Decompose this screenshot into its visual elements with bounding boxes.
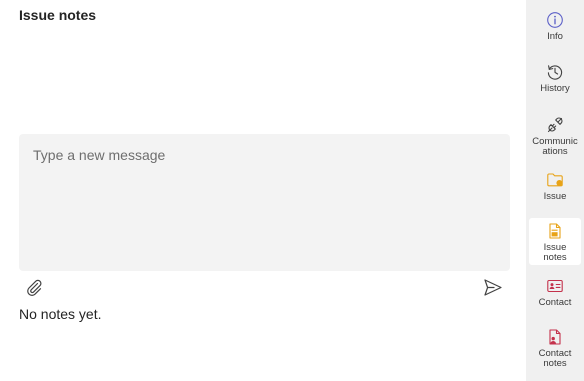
plug-icon: [547, 117, 563, 133]
issue-notes-panel: Issue notes No notes yet.: [0, 0, 526, 381]
contact-card-icon: [547, 279, 563, 293]
panel-title: Issue notes: [19, 7, 97, 23]
side-rail: Info History Communic ations Issue Issue…: [526, 0, 584, 381]
folder-icon: [547, 173, 563, 187]
history-icon: [547, 65, 563, 80]
info-icon: [547, 12, 563, 28]
message-input[interactable]: [19, 134, 510, 271]
rail-label: Issue: [543, 191, 567, 202]
rail-item-issue-notes[interactable]: Issue notes: [529, 218, 581, 265]
rail-label-line2: ations: [542, 146, 568, 157]
note-icon: [549, 223, 561, 239]
paperclip-icon[interactable]: [25, 278, 43, 296]
rail-item-contact-notes[interactable]: Contact notes: [529, 325, 581, 373]
rail-item-history[interactable]: History: [529, 60, 581, 102]
rail-label: Contact: [538, 297, 572, 308]
send-icon[interactable]: [483, 278, 503, 297]
rail-item-issue[interactable]: Issue: [529, 168, 581, 208]
rail-label: History: [540, 83, 570, 94]
rail-item-contact[interactable]: Contact: [529, 274, 581, 314]
empty-notes-text: No notes yet.: [19, 306, 102, 322]
rail-label-line2: notes: [543, 358, 567, 369]
contact-notes-icon: [549, 329, 561, 345]
rail-label-line2: notes: [543, 252, 567, 263]
rail-item-communications[interactable]: Communic ations: [529, 113, 581, 161]
rail-label: Info: [547, 31, 563, 42]
message-composer[interactable]: [19, 134, 510, 271]
rail-item-info[interactable]: Info: [529, 8, 581, 50]
